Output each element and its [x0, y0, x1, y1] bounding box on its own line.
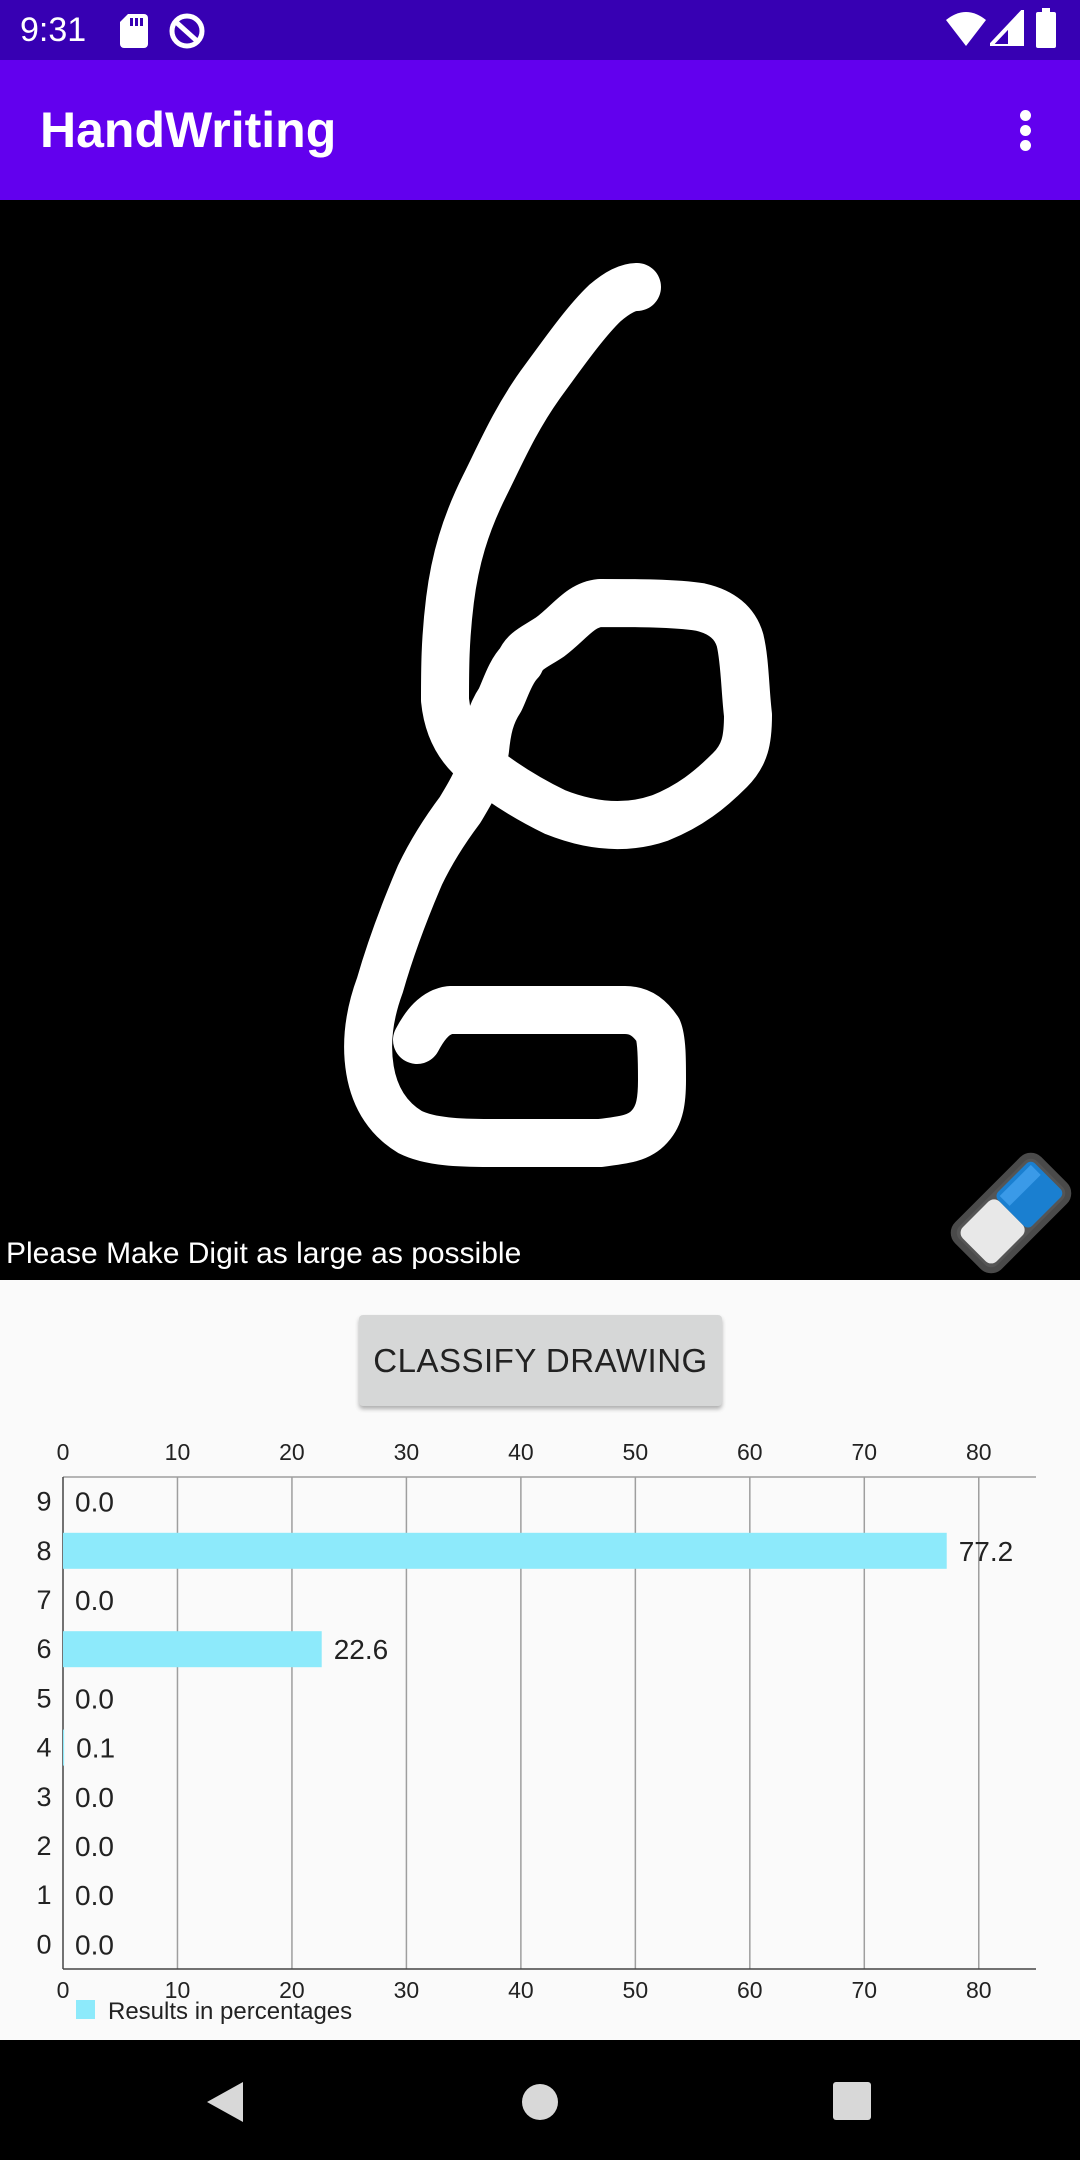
category-label: 6 — [36, 1634, 51, 1664]
x-tick-label-top: 60 — [737, 1439, 763, 1465]
sd-card-icon — [120, 14, 148, 48]
x-tick-label-top: 40 — [508, 1439, 534, 1465]
cell-signal-icon — [990, 10, 1024, 46]
x-tick-label-top: 50 — [623, 1439, 649, 1465]
x-tick-label-bottom: 60 — [737, 1977, 763, 2003]
x-tick-label-top: 70 — [851, 1439, 877, 1465]
wifi-icon — [946, 12, 986, 46]
canvas-hint: Please Make Digit as large as possible — [6, 1237, 522, 1270]
category-label: 9 — [36, 1487, 51, 1517]
bar — [63, 1631, 322, 1668]
results-bar-chart: 00101020203030404050506060707080809 0.08 7… — [36, 1439, 1036, 2025]
category-label: 7 — [36, 1585, 51, 1615]
x-tick-label-bottom: 50 — [623, 1977, 649, 2003]
category-label: 1 — [36, 1880, 51, 1910]
handwritten-digit-stroke — [344, 263, 772, 1167]
value-label: 0.0 — [75, 1831, 114, 1862]
x-tick-label-bottom: 40 — [508, 1977, 534, 2003]
data-saver-icon — [169, 13, 205, 49]
x-tick-label-top: 20 — [279, 1439, 305, 1465]
navigation-bar — [0, 2040, 1080, 2160]
x-tick-label-top: 10 — [165, 1439, 191, 1465]
value-label: 22.6 — [334, 1634, 389, 1665]
value-label: 0.1 — [76, 1733, 115, 1764]
value-label: 77.2 — [959, 1536, 1014, 1567]
x-tick-label-bottom: 0 — [57, 1977, 70, 2003]
classify-drawing-button[interactable]: CLASSIFY DRAWING — [359, 1315, 722, 1406]
back-icon[interactable] — [205, 2082, 245, 2122]
category-label: 2 — [36, 1831, 51, 1861]
category-label: 3 — [36, 1782, 51, 1812]
recents-icon[interactable] — [833, 2082, 871, 2120]
status-time: 9:31 — [20, 11, 87, 49]
x-tick-label-top: 0 — [57, 1439, 70, 1465]
more-options-button[interactable] — [1000, 100, 1050, 160]
eraser-icon[interactable] — [946, 1148, 1076, 1278]
app-bar: HandWriting — [0, 60, 1080, 200]
more-vert-icon — [1020, 110, 1031, 121]
app-title: HandWriting — [40, 102, 337, 158]
home-icon[interactable] — [520, 2082, 560, 2122]
bar — [63, 1729, 65, 1766]
bar — [63, 1532, 947, 1569]
value-label: 0.0 — [75, 1782, 114, 1813]
x-tick-label-bottom: 70 — [851, 1977, 877, 2003]
legend-swatch — [76, 2000, 95, 2019]
status-bar: 9:31 — [0, 0, 1080, 60]
drawing-canvas[interactable]: Please Make Digit as large as possible — [0, 200, 1080, 1280]
value-label: 0.0 — [75, 1487, 114, 1518]
x-tick-label-top: 80 — [966, 1439, 992, 1465]
value-label: 0.0 — [75, 1585, 114, 1616]
value-label: 0.0 — [75, 1683, 114, 1714]
category-label: 5 — [36, 1683, 51, 1713]
value-label: 0.0 — [75, 1880, 114, 1911]
category-label: 8 — [36, 1536, 51, 1566]
value-label: 0.0 — [75, 1929, 114, 1960]
x-tick-label-top: 30 — [394, 1439, 420, 1465]
battery-icon — [1036, 8, 1056, 48]
x-tick-label-bottom: 30 — [394, 1977, 420, 2003]
category-label: 4 — [36, 1733, 51, 1763]
legend-label: Results in percentages — [108, 1998, 352, 2025]
x-tick-label-bottom: 80 — [966, 1977, 992, 2003]
category-label: 0 — [36, 1929, 51, 1959]
